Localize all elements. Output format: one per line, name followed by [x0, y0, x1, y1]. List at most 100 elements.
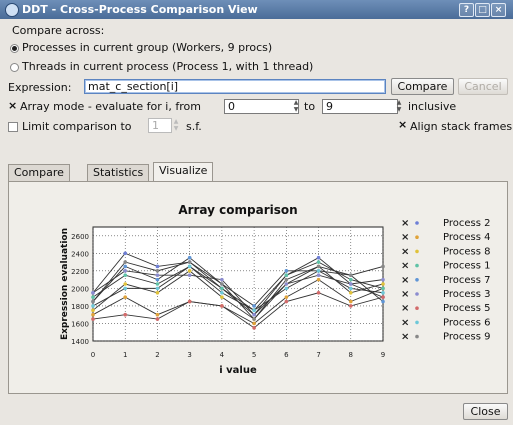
x-tick-label: 5 — [252, 351, 256, 359]
data-point — [220, 277, 224, 282]
radio-threads-label[interactable]: Threads in current process (Process 1, w… — [22, 60, 313, 73]
window-title: DDT - Cross-Process Comparison View — [22, 3, 258, 16]
legend-label: Process 8 — [443, 246, 490, 257]
data-point — [155, 273, 160, 278]
data-point — [220, 290, 224, 295]
data-point — [316, 290, 321, 295]
to-spinner-icon[interactable]: ▲ ▼ — [395, 99, 403, 114]
maximize-button[interactable]: □ — [475, 3, 490, 17]
chart-title: Array comparison — [178, 203, 297, 217]
legend-swatch — [415, 235, 419, 239]
legend-label: Process 1 — [443, 261, 490, 272]
data-point — [316, 264, 321, 269]
data-point — [348, 273, 353, 278]
limit-label: Limit comparison to — [22, 120, 132, 133]
data-point — [381, 286, 385, 291]
legend-swatch — [415, 292, 419, 296]
x-tick-label: 3 — [187, 351, 191, 359]
x-axis-label: i value — [219, 365, 257, 376]
tab-compare[interactable]: Compare — [8, 164, 70, 181]
data-point — [155, 269, 160, 273]
data-point — [91, 308, 95, 313]
legend-marker-icon: × — [401, 232, 409, 243]
legend-swatch — [415, 278, 419, 282]
data-point — [381, 264, 385, 269]
data-point — [252, 312, 256, 317]
from-spinner-icon[interactable]: ▲ ▼ — [292, 99, 300, 114]
data-point — [91, 304, 95, 308]
close-window-button[interactable]: × — [491, 3, 506, 17]
x-tick-label: 1 — [123, 351, 127, 359]
legend-label: Process 9 — [443, 332, 490, 343]
limit-input[interactable]: 1 — [148, 118, 172, 133]
data-point — [123, 264, 128, 269]
limit-checkbox[interactable] — [8, 122, 18, 132]
tab-visualize[interactable]: Visualize — [153, 162, 214, 181]
legend-swatch — [415, 334, 419, 339]
data-point — [91, 312, 95, 317]
data-point — [316, 269, 321, 273]
data-point — [91, 317, 95, 321]
expression-input[interactable]: mat_c_section[i] — [84, 79, 386, 94]
tab-statistics[interactable]: Statistics — [87, 164, 150, 181]
x-tick-label: 7 — [316, 351, 320, 359]
data-point — [155, 290, 160, 295]
data-point — [155, 264, 160, 269]
legend-label: Process 2 — [443, 218, 490, 229]
data-point — [220, 282, 224, 286]
data-point — [123, 269, 128, 273]
radio-threads[interactable] — [10, 63, 19, 72]
align-stack-checkbox[interactable]: × — [398, 118, 407, 131]
legend-label: Process 4 — [443, 232, 490, 243]
x-tick-label: 6 — [284, 351, 289, 359]
data-point — [187, 299, 192, 304]
data-point — [123, 312, 128, 317]
array-to-input[interactable]: 9 — [322, 99, 398, 114]
close-button[interactable]: Close — [463, 403, 508, 420]
to-label: to — [304, 100, 316, 113]
help-button[interactable]: ? — [459, 3, 474, 17]
radio-processes[interactable] — [10, 44, 19, 53]
data-point — [155, 277, 160, 282]
data-point — [381, 290, 385, 295]
legend-marker-icon: × — [401, 289, 409, 300]
legend-swatch — [415, 249, 419, 254]
x-tick-label: 4 — [220, 351, 225, 359]
data-point — [91, 295, 95, 299]
array-from-input[interactable]: 0 — [224, 99, 299, 114]
data-point — [155, 312, 160, 317]
legend-label: Process 5 — [443, 303, 490, 314]
compare-button[interactable]: Compare — [391, 78, 454, 95]
line-chart: Array comparison 1400 1600 1800 2000 2200 2400… — [60, 203, 490, 376]
legend-marker-icon: × — [401, 261, 409, 272]
data-point — [381, 282, 385, 286]
inclusive-label: inclusive — [408, 100, 457, 113]
data-point — [91, 290, 95, 295]
data-point — [123, 282, 128, 286]
data-point — [348, 286, 353, 291]
legend-swatch — [415, 320, 419, 325]
array-mode-label: Array mode - evaluate for i, from — [20, 100, 201, 113]
visualize-panel: Array comparison 1400 1600 1800 2000 2200 2400… — [8, 181, 508, 394]
y-tick-label: 2000 — [71, 285, 89, 293]
array-mode-checkbox[interactable]: × — [8, 99, 17, 112]
data-point — [252, 304, 256, 308]
app-icon — [5, 3, 19, 17]
radio-processes-label[interactable]: Processes in current group (Workers, 9 p… — [22, 41, 272, 54]
window-titlebar[interactable]: DDT - Cross-Process Comparison View ? □ … — [0, 0, 513, 19]
x-tick-label: 0 — [91, 351, 95, 359]
legend-label: Process 7 — [443, 275, 490, 286]
legend-swatch — [415, 221, 419, 225]
limit-spinner-icon[interactable]: ▲ ▼ — [172, 118, 180, 133]
data-point — [123, 286, 128, 291]
y-tick-label: 1800 — [71, 303, 89, 311]
data-point — [123, 273, 128, 278]
compare-across-label: Compare across: — [12, 24, 105, 37]
cancel-button[interactable]: Cancel — [458, 78, 508, 95]
data-point — [284, 273, 289, 278]
legend-marker-icon: × — [401, 246, 409, 257]
align-stack-label: Align stack frames — [410, 120, 513, 133]
data-point — [284, 286, 289, 291]
data-point — [187, 264, 192, 269]
legend-marker-icon: × — [401, 218, 409, 229]
